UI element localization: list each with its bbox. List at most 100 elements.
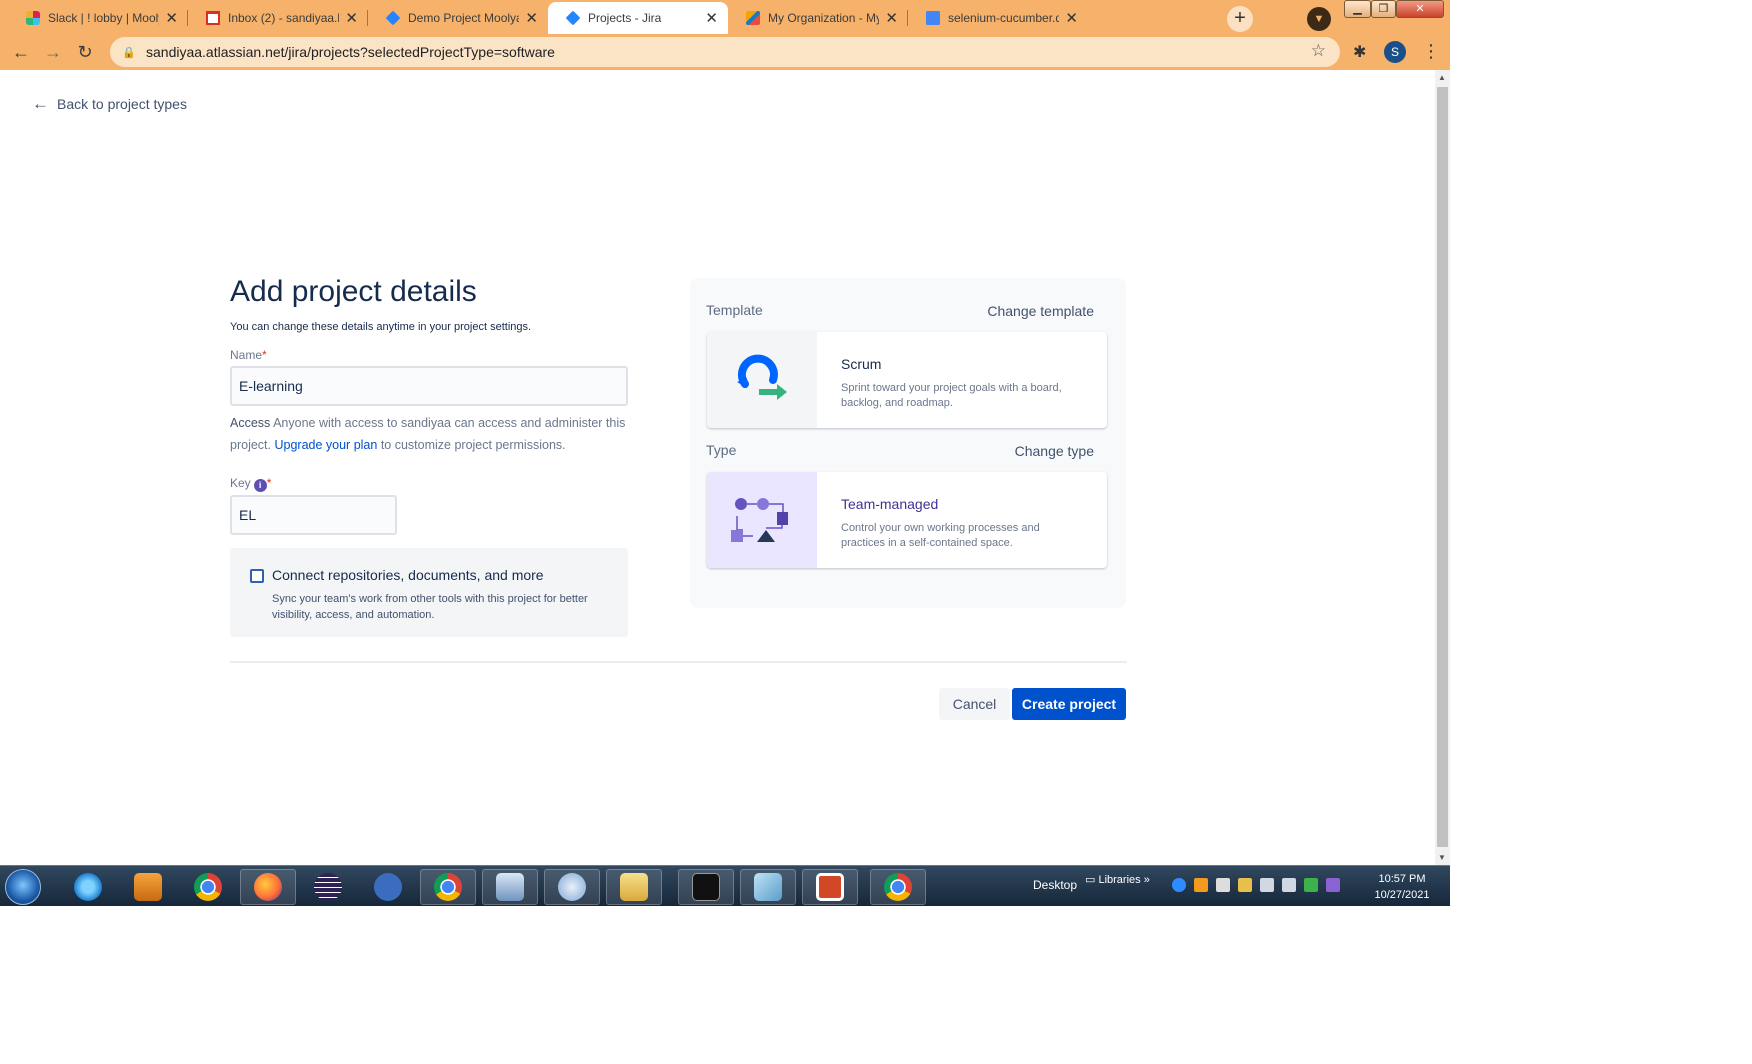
scroll-down-icon[interactable]: ▼ [1438,853,1446,862]
taskbar-notepad[interactable] [740,869,796,905]
taskbar-eclipse[interactable] [300,869,356,905]
template-name: Scrum [841,356,882,372]
media-player-icon [134,873,162,901]
taskbar-keyboard[interactable] [482,869,538,905]
access-text-2: to customize project permissions. [380,438,566,452]
screen: Slack | ! lobby | Moolya-S ✕ Inbox (2) -… [0,0,1752,1064]
url-text: sandiyaa.atlassian.net/jira/projects?sel… [146,44,555,60]
app-tray-icon[interactable] [1326,878,1340,892]
chevron-right-icon[interactable]: » [1144,874,1150,886]
change-template-button[interactable]: Change template [987,303,1094,319]
template-card[interactable]: Scrum Sprint toward your project goals w… [707,332,1107,428]
close-icon[interactable]: ✕ [345,9,358,27]
scrum-illustration [707,332,817,428]
connect-repositories-panel: Connect repositories, documents, and mor… [230,548,628,637]
tab-selenium-doc[interactable]: selenium-cucumber.docx ✕ [908,2,1088,34]
tab-title: Projects - Jira [588,11,662,25]
gmail-icon [206,11,220,25]
tab-projects-jira[interactable]: Projects - Jira ✕ [548,2,728,34]
menu-dots-icon[interactable]: ⋮ [1422,41,1440,62]
zoom-icon[interactable] [1172,878,1186,892]
upgrade-plan-link[interactable]: Upgrade your plan [274,438,377,452]
tab-demo-project[interactable]: Demo Project Moolya - A ✕ [368,2,548,34]
address-row: ← → ↻ 🔒 sandiyaa.atlassian.net/jira/proj… [0,34,1450,70]
close-icon[interactable]: ✕ [165,9,178,27]
tab-search-icon[interactable]: ▼ [1307,7,1331,31]
taskbar-explorer[interactable] [606,869,662,905]
maximize-button[interactable]: ❐ [1371,0,1396,18]
lock-icon: 🔒 [122,46,136,59]
reload-icon[interactable]: ↻ [73,40,97,64]
close-icon[interactable]: ✕ [525,9,538,27]
taskbar-firefox[interactable] [240,869,296,905]
close-icon[interactable]: ✕ [1065,9,1078,27]
libraries-toolbar[interactable]: ▭ Libraries » [1085,873,1150,886]
flag-icon[interactable] [1216,878,1230,892]
sync-icon[interactable] [1304,878,1318,892]
key-input[interactable]: EL [230,495,397,535]
taskbar-paint[interactable] [544,869,600,905]
scroll-up-icon[interactable]: ▲ [1438,73,1446,82]
profile-avatar[interactable]: S [1384,41,1406,63]
back-arrow-icon[interactable]: ← [9,40,33,64]
create-project-button[interactable]: Create project [1012,688,1126,720]
r-icon [374,873,402,901]
start-button[interactable] [5,869,41,905]
new-tab-button[interactable]: + [1227,6,1253,32]
eclipse-icon [314,873,342,901]
tab-title: Slack | ! lobby | Moolya-S [48,11,159,25]
vertical-scrollbar[interactable]: ▲ ▼ [1435,70,1450,865]
presentation-icon [816,873,844,901]
clock[interactable]: 10:57 PM 10/27/2021 [1362,871,1442,903]
taskbar-presentation[interactable] [802,869,858,905]
tab-gmail[interactable]: Inbox (2) - sandiyaa.b@m ✕ [188,2,368,34]
taskbar-chrome[interactable] [180,869,236,905]
scrum-icon [737,354,787,400]
close-icon[interactable]: ✕ [705,9,718,27]
star-icon[interactable]: ☆ [1311,41,1326,61]
clock-time: 10:57 PM [1378,873,1426,885]
tab-slack[interactable]: Slack | ! lobby | Moolya-S ✕ [8,2,188,34]
folder-icon [620,873,648,901]
taskbar-chrome-2[interactable] [870,869,926,905]
page-title: Add project details [230,275,477,308]
close-icon[interactable]: ✕ [885,9,898,27]
cancel-button[interactable]: Cancel [939,688,1010,720]
connect-checkbox[interactable] [250,569,264,583]
extensions-icon[interactable]: ✱ [1353,42,1366,62]
chrome-icon [434,873,462,901]
change-type-button[interactable]: Change type [1015,443,1094,459]
taskbar-ie[interactable] [60,869,116,905]
required-mark: * [266,476,272,490]
team-managed-icon [731,498,788,542]
internet-explorer-icon [74,873,102,901]
info-icon[interactable]: i [253,479,267,492]
volume-icon[interactable] [1282,878,1296,892]
close-window-button[interactable]: ✕ [1396,0,1444,18]
type-card[interactable]: Team-managed Control your own working pr… [707,472,1107,568]
jira-icon [385,10,401,26]
terminal-icon [692,873,720,901]
network-icon[interactable] [1260,878,1274,892]
browser-chrome: Slack | ! lobby | Moolya-S ✕ Inbox (2) -… [0,0,1450,70]
address-bar[interactable]: 🔒 sandiyaa.atlassian.net/jira/projects?s… [110,37,1340,67]
connect-title[interactable]: Connect repositories, documents, and mor… [272,567,544,583]
name-input-value: E-learning [239,378,303,394]
taskbar-chrome-profile[interactable] [420,869,476,905]
page-subtitle: You can change these details anytime in … [230,321,532,333]
scrollbar-thumb[interactable] [1437,87,1448,847]
type-name: Team-managed [841,496,939,512]
taskbar-media[interactable] [120,869,176,905]
network-tool-icon[interactable] [1238,878,1252,892]
forward-arrow-icon[interactable]: → [41,40,65,64]
back-to-project-types-link[interactable]: ← Back to project types [32,94,187,114]
taskbar-cmd[interactable] [678,869,734,905]
taskbar-r[interactable] [360,869,416,905]
minimize-button[interactable]: ▁ [1344,0,1371,18]
desktop-toolbar-label[interactable]: Desktop [1033,878,1077,892]
jira-icon [565,10,581,26]
name-input[interactable]: E-learning [230,366,628,406]
tab-my-organization[interactable]: My Organization - My ed ✕ [728,2,908,34]
update-icon[interactable] [1194,878,1208,892]
access-description: Access Anyone with access to sandiyaa ca… [230,412,640,456]
